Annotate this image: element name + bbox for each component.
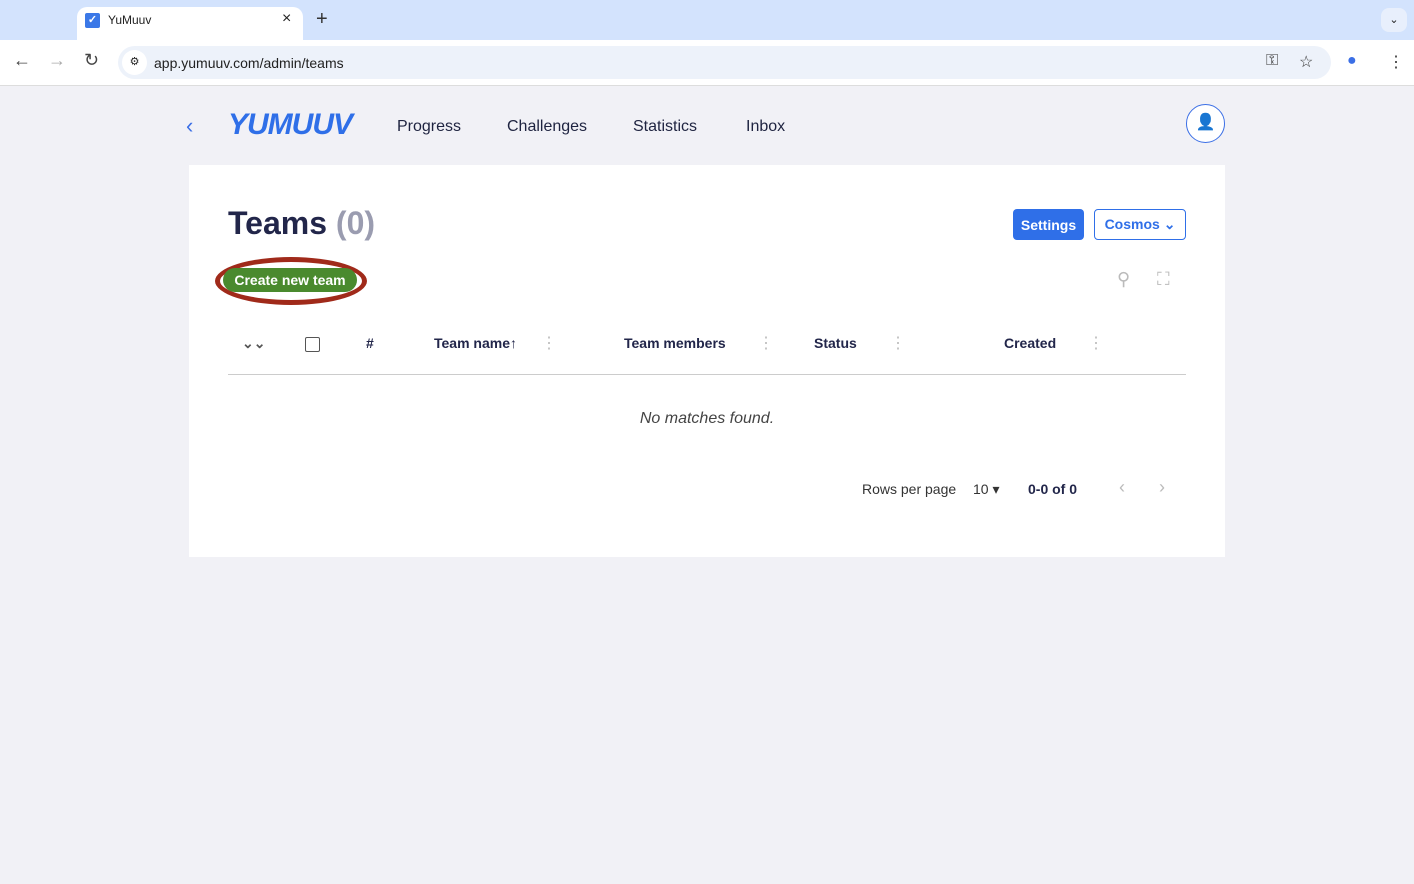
select-all-checkbox[interactable] <box>305 337 320 352</box>
team-count: (0) <box>335 205 376 241</box>
rows-per-page-label: Rows per page <box>862 481 957 497</box>
user-avatar-icon[interactable]: 👤 <box>1186 104 1225 143</box>
expand-all-icon[interactable]: ⌄⌄ <box>242 335 265 352</box>
prev-page-icon[interactable]: ‹ <box>1119 477 1125 498</box>
new-tab-icon[interactable]: + <box>316 8 328 31</box>
col-team-name[interactable]: Team name↑ <box>434 335 517 351</box>
divider <box>228 374 1186 375</box>
chevron-down-icon: ⌄ <box>1163 216 1176 232</box>
menu-icon[interactable]: ⋮ <box>1388 52 1404 72</box>
key-icon[interactable]: ⚿ <box>1266 52 1278 70</box>
column-menu-icon[interactable]: ⋮ <box>541 333 557 353</box>
nav-inbox[interactable]: Inbox <box>746 118 785 136</box>
nav-progress[interactable]: Progress <box>397 118 461 136</box>
logo[interactable]: YUMUUV <box>228 108 353 142</box>
search-icon[interactable]: ⚲ <box>1117 269 1130 290</box>
back-chevron-icon[interactable]: ‹ <box>186 113 193 139</box>
settings-button[interactable]: Settings <box>1013 209 1084 240</box>
profile-icon[interactable]: ● <box>1347 52 1357 70</box>
page-title: Teams (0) <box>228 205 376 241</box>
caret-down-icon: ▾ <box>992 481 1000 497</box>
browser-toolbar: ← → ↻ ⚙ app.yumuuv.com/admin/teams ⚿ ☆ ●… <box>0 40 1414 86</box>
next-page-icon[interactable]: › <box>1159 477 1165 498</box>
nav-challenges[interactable]: Challenges <box>507 118 587 136</box>
browser-tab[interactable]: ✓ YuMuuv × <box>77 7 303 40</box>
tab-title: YuMuuv <box>108 13 152 27</box>
fullscreen-icon[interactable]: ⛶ <box>1157 269 1170 290</box>
create-team-button[interactable]: Create new team <box>223 268 357 292</box>
column-menu-icon[interactable]: ⋮ <box>1088 333 1104 353</box>
star-icon[interactable]: ☆ <box>1299 52 1313 72</box>
rows-per-page-select[interactable]: 10 ▾ <box>973 481 1000 498</box>
favicon-icon: ✓ <box>85 13 100 28</box>
column-menu-icon[interactable]: ⋮ <box>890 333 906 353</box>
back-icon[interactable]: ← <box>13 50 31 71</box>
nav-statistics[interactable]: Statistics <box>633 118 697 136</box>
tab-search-icon[interactable]: ⌄ <box>1381 8 1407 32</box>
col-team-members[interactable]: Team members <box>624 335 726 351</box>
empty-message: No matches found. <box>639 410 775 427</box>
reload-icon[interactable]: ↻ <box>84 50 99 71</box>
page-range: 0-0 of 0 <box>1028 481 1078 497</box>
sort-asc-icon: ↑ <box>510 335 517 351</box>
close-tab-icon[interactable]: × <box>282 10 291 28</box>
url-text: app.yumuuv.com/admin/teams <box>154 55 344 71</box>
col-status[interactable]: Status <box>814 335 857 351</box>
col-created[interactable]: Created <box>1004 335 1056 351</box>
column-menu-icon[interactable]: ⋮ <box>758 333 774 353</box>
col-index: # <box>366 335 374 351</box>
site-settings-icon[interactable]: ⚙ <box>122 50 147 75</box>
tab-bar: ✓ YuMuuv × + ⌄ <box>0 0 1414 40</box>
forward-icon[interactable]: → <box>48 50 66 71</box>
address-bar[interactable]: ⚙ app.yumuuv.com/admin/teams ⚿ ☆ <box>118 46 1331 79</box>
org-select[interactable]: Cosmos ⌄ <box>1094 209 1186 240</box>
teams-card: Teams (0) Settings Cosmos ⌄ Create new t… <box>189 165 1225 557</box>
